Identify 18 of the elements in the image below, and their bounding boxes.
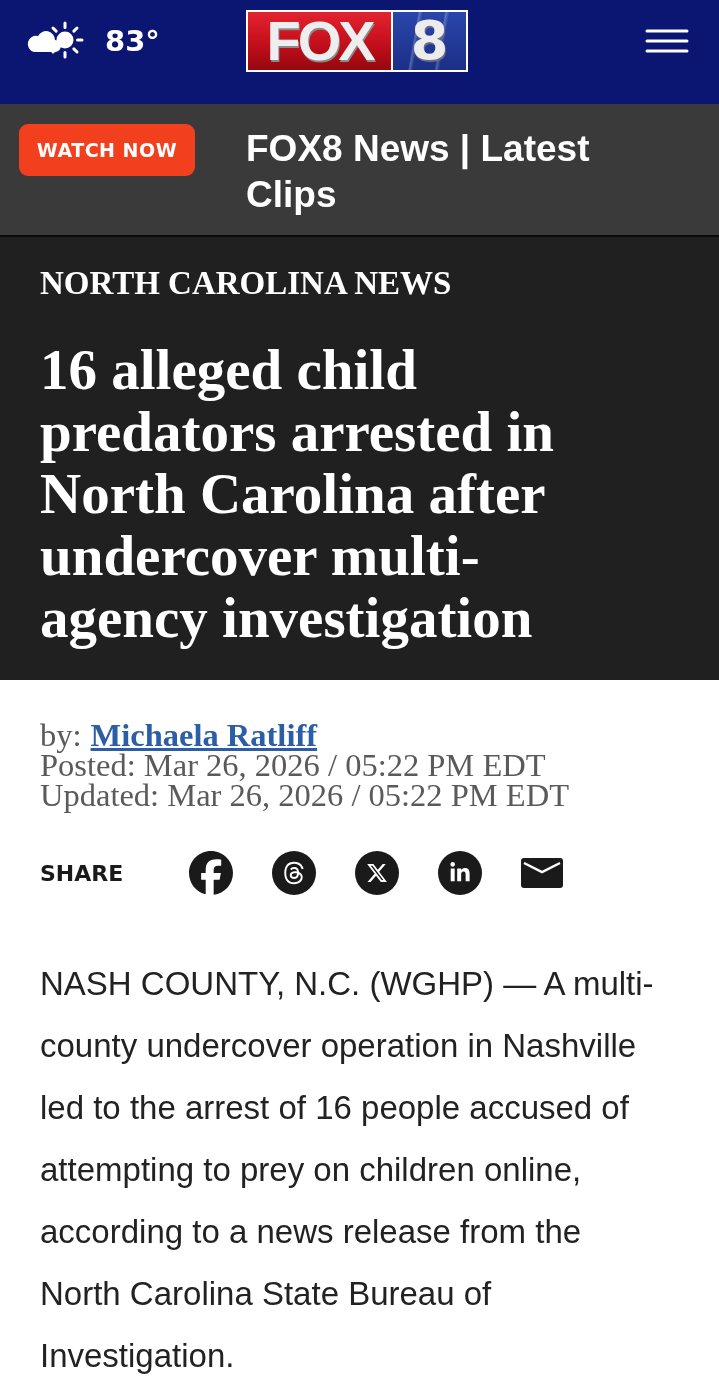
category-link[interactable]: NORTH CAROLINA NEWS (40, 265, 452, 301)
logo-wordmark: FOX (248, 12, 391, 70)
video-title-link[interactable]: FOX8 News | Latest Clips (246, 126, 656, 218)
share-label: SHARE (40, 860, 125, 886)
author-link[interactable]: Michaela Ratliff (90, 720, 318, 750)
cloud-sun-icon (25, 21, 85, 61)
mail-icon[interactable] (521, 858, 563, 888)
temperature: 83° (105, 24, 160, 58)
headline: 16 alleged child predators arrested in North Carolina after undercover multi-agency investigation (40, 339, 555, 649)
facebook-icon[interactable] (189, 851, 233, 895)
menu-icon[interactable] (645, 29, 689, 53)
article-paragraph: NASH COUNTY, N.C. (WGHP) — A multi-county undercover operation in Nashville led to the arrest of 16 people accused of attempting to prey on children online, according to a news release from the North Carolina State Bureau of Investigation. (40, 964, 655, 1376)
logo-numeral: 8 (393, 12, 466, 70)
threads-icon[interactable] (272, 851, 316, 895)
x-icon[interactable] (355, 851, 399, 895)
logo[interactable]: FOX 8 (246, 10, 468, 72)
watch-now-button[interactable]: WATCH NOW (19, 124, 195, 176)
linkedin-icon[interactable] (438, 851, 482, 895)
